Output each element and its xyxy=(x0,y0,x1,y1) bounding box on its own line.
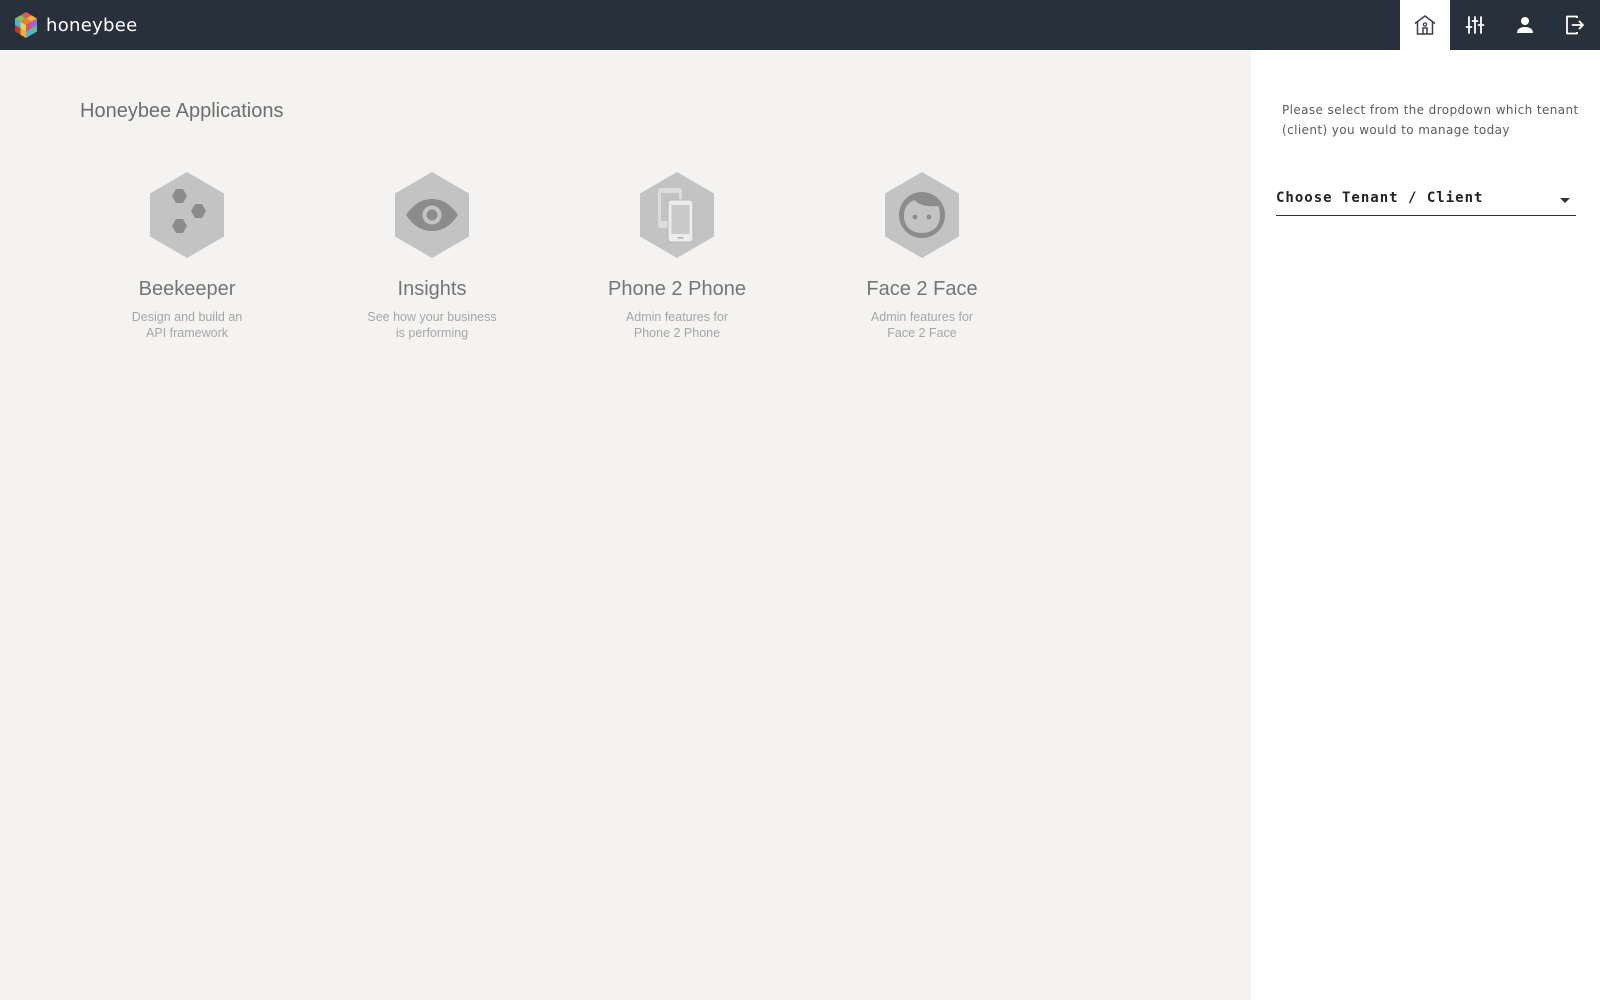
app-description: Design and build an API framework xyxy=(131,310,243,340)
brand-name: honeybee xyxy=(46,14,138,36)
phones-icon xyxy=(640,172,714,258)
sliders-icon xyxy=(1465,16,1485,34)
brand[interactable]: honeybee xyxy=(0,0,138,50)
face-icon xyxy=(885,172,959,258)
eye-icon xyxy=(395,172,469,258)
app-title: Face 2 Face xyxy=(866,278,978,300)
user-icon xyxy=(1517,17,1533,33)
app-description: See how your business is performing xyxy=(367,310,497,340)
top-nav xyxy=(1400,0,1600,50)
app-title: Insights xyxy=(397,278,467,300)
honeycomb-icon xyxy=(150,172,224,258)
app-description: Admin features for Face 2 Face xyxy=(870,310,974,340)
app-card-face-2-face[interactable]: Face 2 Face Admin features for Face 2 Fa… xyxy=(827,170,1017,341)
tenant-select-label: Choose Tenant / Client xyxy=(1276,190,1484,206)
app-grid: Beekeeper Design and build an API framew… xyxy=(0,170,1100,370)
app-card-phone-2-phone[interactable]: Phone 2 Phone Admin features for Phone 2… xyxy=(582,170,772,341)
tenant-help-text: Please select from the dropdown which te… xyxy=(1282,103,1579,137)
tenant-select[interactable]: Choose Tenant / Client xyxy=(1276,186,1576,216)
top-navbar: honeybee xyxy=(0,0,1600,50)
honeybee-logo-icon xyxy=(15,12,37,38)
main-content: Honeybee Applications Beekeeper Design a… xyxy=(0,50,1251,1000)
caret-down-icon xyxy=(1560,198,1570,203)
tenant-side-panel: Please select from the dropdown which te… xyxy=(1251,50,1600,1000)
app-description: Admin features for Phone 2 Phone xyxy=(625,310,729,340)
logout-icon xyxy=(1566,15,1584,35)
page-title: Honeybee Applications xyxy=(80,100,284,122)
app-title: Beekeeper xyxy=(138,278,236,300)
nav-logout-button[interactable] xyxy=(1550,0,1600,50)
nav-profile-button[interactable] xyxy=(1500,0,1550,50)
app-card-insights[interactable]: Insights See how your business is perfor… xyxy=(337,170,527,341)
nav-home-button[interactable] xyxy=(1400,0,1450,50)
app-card-beekeeper[interactable]: Beekeeper Design and build an API framew… xyxy=(92,170,282,341)
app-title: Phone 2 Phone xyxy=(608,278,746,300)
nav-settings-button[interactable] xyxy=(1450,0,1500,50)
home-icon xyxy=(1414,15,1436,35)
